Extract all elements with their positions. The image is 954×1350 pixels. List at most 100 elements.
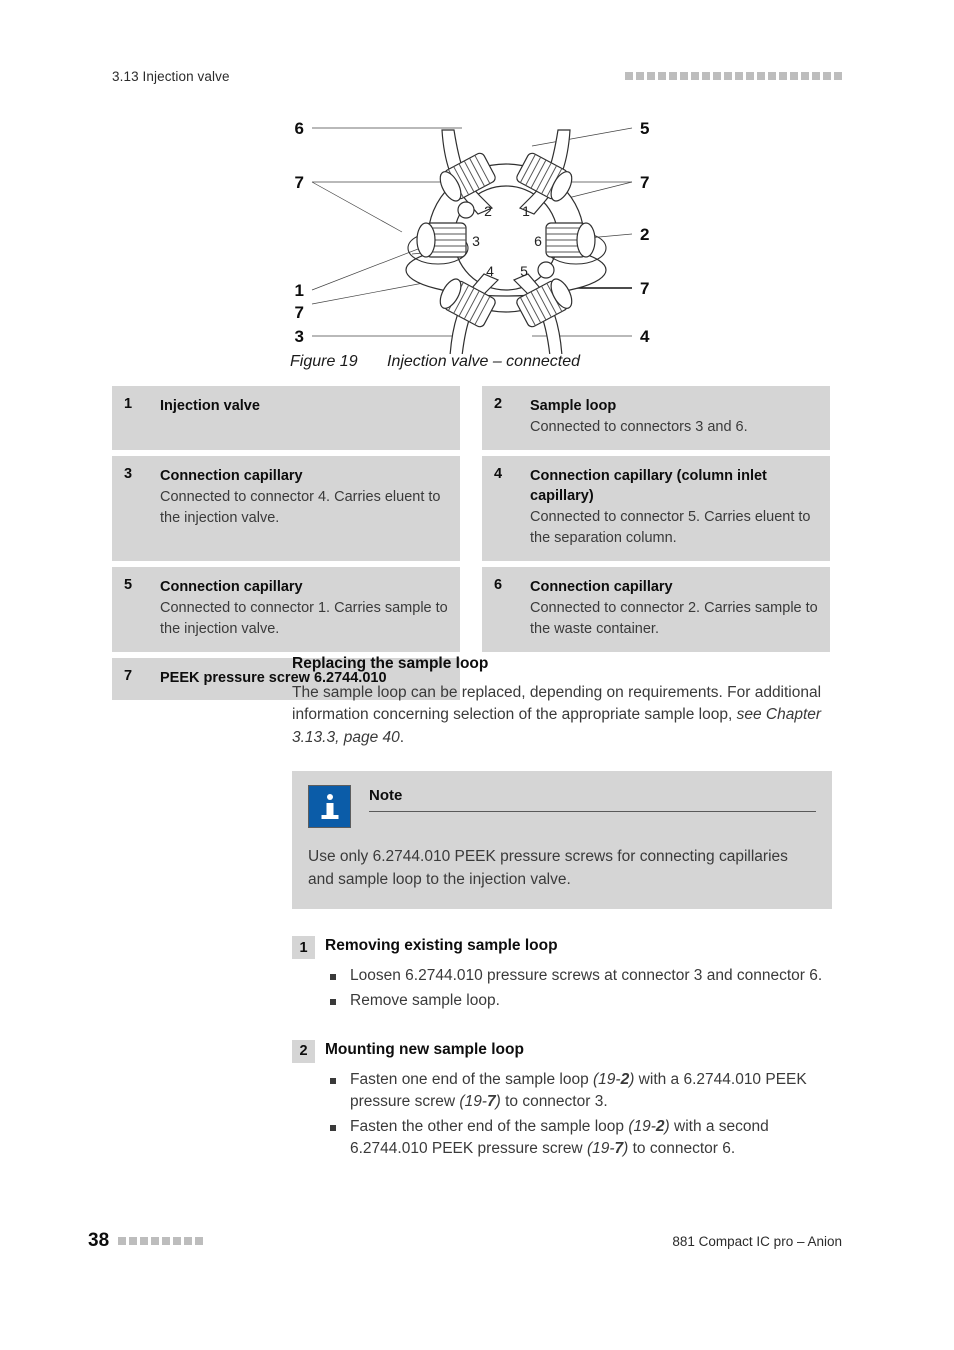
marker-square bbox=[823, 72, 831, 80]
step-block-1: 1 Removing existing sample loop Loosen 6… bbox=[292, 935, 840, 1012]
marker-square bbox=[636, 72, 644, 80]
list-item: Fasten one end of the sample loop (19-2)… bbox=[292, 1069, 840, 1114]
intro-paragraph-period: . bbox=[399, 728, 405, 746]
legend-item-title: Connection capillary bbox=[530, 579, 673, 596]
figure-label-right-5: 4 bbox=[640, 327, 650, 346]
marker-square bbox=[680, 72, 688, 80]
legend-item-title: Connection capillary (column inlet capil… bbox=[530, 468, 767, 505]
note-body-text: Use only 6.2744.010 PEEK pressure screws… bbox=[308, 848, 788, 888]
step-item-text: Remove sample loop. bbox=[350, 991, 500, 1009]
page-number: 38 bbox=[88, 1230, 110, 1251]
legend-item-description: Connected to connector 5. Carries eluent… bbox=[530, 509, 811, 547]
legend-item-2: 2 Sample loop Connected to connectors 3 … bbox=[482, 386, 830, 451]
marker-square bbox=[713, 72, 721, 80]
legend-item-number: 7 bbox=[124, 668, 133, 685]
dial-number-4: 4 bbox=[486, 263, 494, 279]
figure-label-left-3: 1 bbox=[295, 281, 304, 300]
marker-square bbox=[691, 72, 699, 80]
legend-item-number: 3 bbox=[124, 466, 133, 483]
list-item: Fasten the other end of the sample loop … bbox=[292, 1116, 840, 1161]
legend-item-number: 4 bbox=[494, 466, 503, 483]
main-content: Replacing the sample loop The sample loo… bbox=[292, 655, 840, 1163]
list-item: Remove sample loop. bbox=[292, 990, 840, 1013]
legend-item-title: Connection capillary bbox=[160, 579, 303, 596]
figure-label-left-4: 7 bbox=[295, 303, 304, 322]
legend-item-number: 5 bbox=[124, 577, 133, 594]
dial-number-2: 2 bbox=[484, 203, 492, 219]
marker-square bbox=[151, 1237, 160, 1245]
legend-item-number: 2 bbox=[494, 396, 503, 412]
legend-item-5: 5 Connection capillary Connected to conn… bbox=[112, 567, 460, 653]
footer-marker-squares bbox=[118, 1237, 204, 1245]
marker-square bbox=[801, 72, 809, 80]
marker-square bbox=[162, 1237, 171, 1245]
dial-number-1: 1 bbox=[522, 203, 530, 219]
legend-row: 5 Connection capillary Connected to conn… bbox=[112, 567, 830, 653]
marker-square bbox=[195, 1237, 204, 1245]
legend-item-description: Connected to connector 2. Carries sample… bbox=[530, 600, 818, 638]
step-title: Removing existing sample loop bbox=[325, 937, 558, 955]
bullet-icon bbox=[330, 1077, 336, 1084]
marker-square bbox=[184, 1237, 193, 1245]
legend-row: 1 Injection valve 2 Sample loop Connecte… bbox=[112, 386, 830, 451]
note-divider bbox=[369, 811, 816, 813]
step-number: 1 bbox=[292, 936, 315, 960]
note-header: Note bbox=[308, 785, 816, 829]
marker-square bbox=[812, 72, 820, 80]
info-icon bbox=[308, 785, 351, 829]
marker-square bbox=[757, 72, 765, 80]
legend-item-title: Connection capillary bbox=[160, 468, 303, 485]
step-number: 2 bbox=[292, 1039, 315, 1063]
section-heading-replacing-sample-loop: Replacing the sample loop bbox=[292, 655, 489, 672]
step-header: 2 Mounting new sample loop bbox=[292, 1039, 840, 1063]
legend-item-6: 6 Connection capillary Connected to conn… bbox=[482, 567, 830, 653]
page-footer: 38 881 Compact IC pro – Anion bbox=[88, 1230, 842, 1252]
dial-number-3: 3 bbox=[472, 233, 480, 249]
header-marker-squares bbox=[625, 72, 842, 80]
marker-square bbox=[625, 72, 633, 80]
step-title: Mounting new sample loop bbox=[325, 1040, 524, 1058]
legend-item-description: Connected to connector 4. Carries eluent… bbox=[160, 489, 441, 527]
note-title: Note bbox=[369, 787, 403, 805]
step-item-text: Fasten one end of the sample loop (19-2)… bbox=[350, 1070, 807, 1111]
legend-item-description: Connected to connector 1. Carries sample… bbox=[160, 600, 448, 638]
marker-square bbox=[173, 1237, 182, 1245]
figure-label-right-2: 7 bbox=[640, 173, 649, 192]
marker-square bbox=[669, 72, 677, 80]
legend-item-3: 3 Connection capillary Connected to conn… bbox=[112, 456, 460, 562]
note-box: Note Use only 6.2744.010 PEEK pressure s… bbox=[292, 771, 832, 910]
marker-square bbox=[658, 72, 666, 80]
figure-label-right-1: 5 bbox=[640, 119, 649, 138]
step-block-2: 2 Mounting new sample loop Fasten one en… bbox=[292, 1039, 840, 1162]
footer-left-group: 38 bbox=[88, 1230, 204, 1252]
marker-square bbox=[768, 72, 776, 80]
figure-label-right-3: 2 bbox=[640, 225, 649, 244]
header-section-title: 3.13 Injection valve bbox=[112, 68, 230, 84]
figure-caption-number: Figure 19 bbox=[290, 353, 358, 370]
bullet-icon bbox=[330, 974, 336, 981]
marker-square bbox=[746, 72, 754, 80]
legend-item-number: 1 bbox=[124, 396, 133, 412]
marker-square bbox=[790, 72, 798, 80]
step-item-text: Loosen 6.2744.010 pressure screws at con… bbox=[350, 967, 823, 985]
list-item: Loosen 6.2744.010 pressure screws at con… bbox=[292, 965, 840, 988]
dial-number-6: 6 bbox=[534, 233, 542, 249]
marker-square bbox=[140, 1237, 149, 1245]
bullet-icon bbox=[330, 1124, 336, 1131]
legend-row: 3 Connection capillary Connected to conn… bbox=[112, 456, 830, 562]
marker-square bbox=[724, 72, 732, 80]
legend-item-number: 6 bbox=[494, 577, 503, 594]
legend-item-title: Sample loop bbox=[530, 398, 617, 414]
document-page: 3.13 Injection valve 2 1 3 6 4 5 6 7 1 7… bbox=[0, 0, 954, 1350]
marker-square bbox=[118, 1237, 127, 1245]
figure-caption: Figure 19 Injection valve – connected bbox=[290, 353, 580, 371]
injection-valve-drawing: 2 1 3 6 4 5 6 7 1 7 3 5 7 2 7 4 bbox=[295, 119, 650, 354]
marker-square bbox=[702, 72, 710, 80]
footer-document-title: 881 Compact IC pro – Anion bbox=[672, 1233, 842, 1249]
marker-square bbox=[129, 1237, 138, 1245]
legend-item-4: 4 Connection capillary (column inlet cap… bbox=[482, 456, 830, 562]
intro-paragraph: The sample loop can be replaced, dependi… bbox=[292, 682, 840, 749]
dial-number-5: 5 bbox=[520, 263, 528, 279]
step-item-list: Loosen 6.2744.010 pressure screws at con… bbox=[292, 965, 840, 1012]
legend-item-description: Connected to connectors 3 and 6. bbox=[530, 419, 748, 435]
